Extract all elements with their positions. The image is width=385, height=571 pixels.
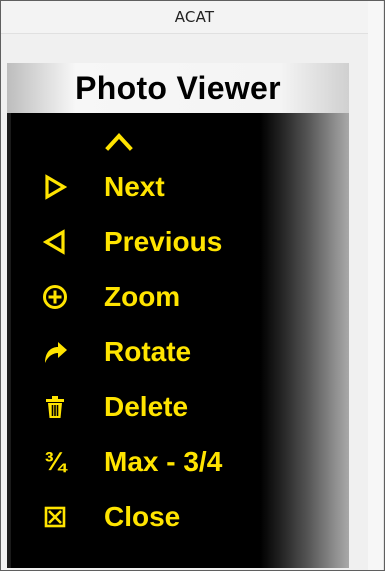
menu-item-label-next: Next	[104, 170, 165, 202]
triangle-right-icon	[39, 171, 71, 203]
menu-item-label-previous: Previous	[104, 225, 223, 257]
menu-item-zoom[interactable]: Zoom	[7, 269, 349, 324]
chevron-up-icon[interactable]	[104, 127, 134, 157]
window-titlebar: ACAT	[1, 1, 384, 34]
menu-item-previous[interactable]: Previous	[7, 214, 349, 269]
three-quarters-glyph: ¾	[44, 446, 66, 476]
menu-item-label-delete: Delete	[104, 390, 189, 422]
rotate-arrow-icon	[39, 336, 71, 368]
scroll-up-row[interactable]	[7, 125, 349, 159]
photo-viewer-menu: Next Previous Zoom Rotate Delete ¾ Max -…	[7, 125, 349, 544]
menu-item-rotate[interactable]: Rotate	[7, 324, 349, 379]
zoom-plus-icon	[39, 281, 71, 313]
menu-item-next[interactable]: Next	[7, 159, 349, 214]
close-box-icon	[39, 501, 71, 533]
triangle-left-icon	[39, 226, 71, 258]
trash-icon	[39, 391, 71, 423]
three-quarters-icon: ¾	[39, 446, 71, 478]
menu-item-label-rotate: Rotate	[104, 335, 192, 367]
menu-item-label-zoom: Zoom	[104, 280, 181, 312]
panel-title-bar: Photo Viewer	[7, 63, 349, 113]
panel-title: Photo Viewer	[75, 69, 281, 106]
acat-window: ACAT Photo Viewer Next Previous Zoom Rot…	[0, 0, 385, 571]
menu-item-label-max: Max - 3/4	[104, 445, 223, 477]
menu-item-label-close: Close	[104, 500, 181, 532]
side-scroll-strip	[368, 1, 384, 570]
menu-item-close[interactable]: Close	[7, 489, 349, 544]
menu-item-max-three-quarters[interactable]: ¾ Max - 3/4	[7, 434, 349, 489]
menu-item-delete[interactable]: Delete	[7, 379, 349, 434]
window-title: ACAT	[174, 8, 215, 26]
window-right-border	[383, 1, 384, 570]
